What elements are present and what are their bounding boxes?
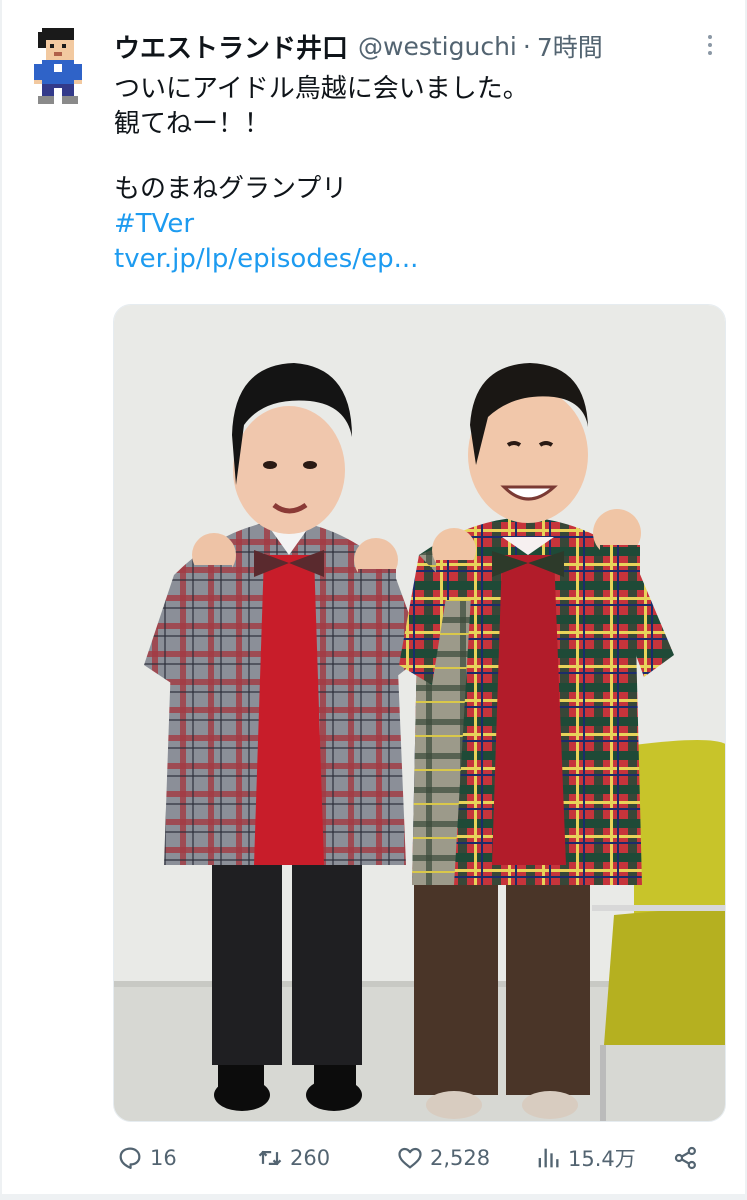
reply-button[interactable]: 16	[116, 1138, 177, 1178]
more-icon[interactable]	[698, 30, 722, 60]
reply-count: 16	[150, 1146, 177, 1170]
retweet-button[interactable]: 260	[256, 1138, 330, 1178]
retweet-icon	[258, 1150, 282, 1166]
like-count: 2,528	[430, 1146, 491, 1170]
like-button[interactable]: 2,528	[396, 1138, 490, 1178]
tweet-header: ウエストランド井口 @westiguchi · 7時間	[114, 26, 714, 66]
separator-dot: ·	[522, 31, 531, 61]
reply-icon	[119, 1147, 141, 1170]
share-icon	[674, 1146, 696, 1170]
heart-icon	[398, 1147, 422, 1169]
views-button[interactable]: 15.4万	[534, 1138, 636, 1178]
url-link[interactable]: tver.jp/lp/episodes/ep...	[114, 244, 418, 274]
hashtag-link[interactable]: #TVer	[114, 209, 194, 239]
share-button[interactable]	[672, 1138, 700, 1178]
views-icon	[538, 1148, 559, 1168]
timestamp[interactable]: 7時間	[537, 28, 603, 64]
show-name: ものまねグランプリ	[114, 174, 348, 204]
divider	[0, 0, 2, 1200]
action-bar: 16 260 2,528 15.4万	[114, 1138, 714, 1178]
tweet-photo[interactable]	[113, 304, 726, 1122]
display-name[interactable]: ウエストランド井口	[114, 28, 348, 65]
view-count: 15.4万	[568, 1147, 636, 1171]
user-handle[interactable]: @westiguchi	[358, 32, 517, 61]
tweet-text-line: 観てねー！！	[114, 109, 271, 139]
avatar[interactable]	[30, 28, 86, 108]
divider	[0, 1194, 747, 1200]
retweet-count: 260	[290, 1146, 331, 1170]
tweet-text-line: ついにアイドル鳥越に会いました。	[114, 74, 529, 104]
tweet-card: ウエストランド井口 @westiguchi · 7時間 ついにアイドル鳥越に会い…	[0, 0, 747, 1200]
tweet-text: ついにアイドル鳥越に会いました。 観てねー！！ ものまねグランプリ #TVer …	[114, 72, 714, 277]
